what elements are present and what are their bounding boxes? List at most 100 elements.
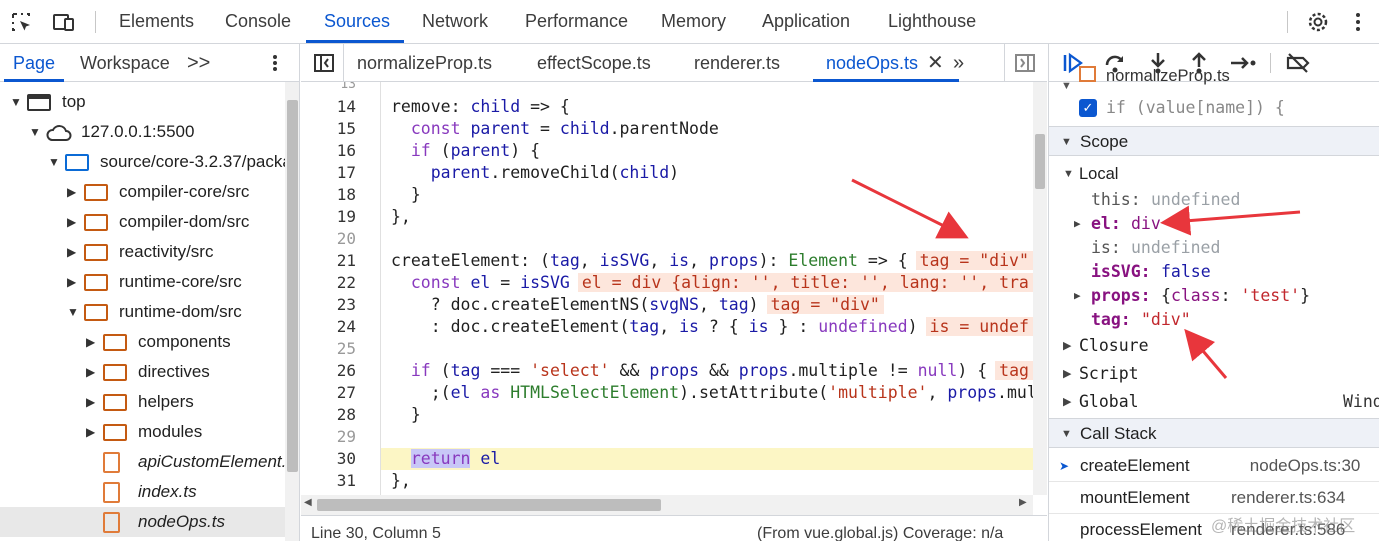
line-number[interactable]: 28 bbox=[301, 404, 356, 426]
scope-group[interactable]: ▶ Closure bbox=[1049, 334, 1379, 358]
tree-item[interactable]: ▼ source/core-3.2.37/packages bbox=[0, 147, 285, 177]
scope-group[interactable]: ▶ Global Wind bbox=[1049, 390, 1379, 414]
navigator-scroll-thumb[interactable] bbox=[287, 100, 298, 472]
tab-memory[interactable]: Memory bbox=[661, 0, 726, 44]
tree-item[interactable]: ▶ helpers bbox=[0, 387, 285, 417]
line-number[interactable]: 30 bbox=[301, 448, 356, 470]
line-number[interactable]: 13 bbox=[301, 82, 356, 96]
toggle-navigator-icon[interactable] bbox=[313, 53, 335, 73]
tab-renderer[interactable]: renderer.ts bbox=[694, 44, 780, 82]
line-number[interactable]: 26 bbox=[301, 360, 356, 382]
collapse-arrow-icon[interactable]: ▼ bbox=[10, 87, 24, 117]
expand-arrow-icon[interactable]: ▶ bbox=[86, 327, 100, 357]
line-number-gutter[interactable]: 13 14 15 16 17 18 19 20 21 22 23 24 25 26 27 28 29 30 31 bbox=[301, 82, 381, 495]
call-frame[interactable]: mountElement renderer.ts:634 bbox=[1049, 482, 1379, 514]
line-number[interactable]: 24 bbox=[301, 316, 356, 338]
tab-nodeops[interactable]: nodeOps.ts bbox=[826, 44, 918, 82]
tree-item[interactable]: ▶ components bbox=[0, 327, 285, 357]
line-number[interactable]: 27 bbox=[301, 382, 356, 404]
tab-elements[interactable]: Elements bbox=[119, 0, 194, 44]
tab-page[interactable]: Page bbox=[13, 44, 55, 82]
breakpoint-checkbox[interactable]: ✓ bbox=[1079, 99, 1097, 117]
line-number[interactable]: 18 bbox=[301, 184, 356, 206]
line-number[interactable]: 25 bbox=[301, 338, 356, 360]
tab-workspace[interactable]: Workspace bbox=[80, 44, 170, 82]
tree-item[interactable]: index.ts bbox=[0, 477, 285, 507]
coverage-status[interactable]: (From vue.global.js) Coverage: n/a bbox=[757, 516, 1003, 541]
device-toolbar-icon[interactable] bbox=[52, 11, 76, 33]
close-tab-icon[interactable]: ✕ bbox=[927, 44, 944, 82]
collapse-arrow-icon[interactable]: ▼ bbox=[29, 117, 43, 147]
expand-arrow-icon[interactable]: ▶ bbox=[1063, 390, 1071, 414]
expand-arrow-icon[interactable]: ▶ bbox=[86, 357, 100, 387]
collapse-arrow-icon[interactable]: ▼ bbox=[67, 297, 81, 327]
tree-item[interactable]: ▶ compiler-core/src bbox=[0, 177, 285, 207]
deactivate-breakpoints-icon[interactable] bbox=[1285, 52, 1311, 74]
line-number[interactable]: 19 bbox=[301, 206, 356, 228]
tree-item[interactable]: nodeOps.ts bbox=[0, 507, 285, 537]
expand-arrow-icon[interactable]: ▶ bbox=[1063, 362, 1071, 386]
tab-console[interactable]: Console bbox=[225, 0, 291, 44]
tab-sources[interactable]: Sources bbox=[324, 0, 390, 44]
scope-group[interactable]: ▶ Script bbox=[1049, 362, 1379, 386]
scroll-left-icon[interactable]: ◀ bbox=[304, 497, 312, 508]
line-number[interactable]: 29 bbox=[301, 426, 356, 448]
tree-item[interactable]: ▶ reactivity/src bbox=[0, 237, 285, 267]
toggle-debugger-icon[interactable] bbox=[1014, 53, 1036, 73]
tab-lighthouse[interactable]: Lighthouse bbox=[888, 0, 976, 44]
horizontal-scroll-thumb[interactable] bbox=[317, 499, 661, 511]
expand-arrow-icon[interactable]: ▼ bbox=[1061, 74, 1072, 98]
scope-section-header[interactable]: ▼ Scope bbox=[1049, 126, 1379, 156]
tab-normalizeprop[interactable]: normalizeProp.ts bbox=[357, 44, 492, 82]
scope-variable[interactable]: is: undefined bbox=[1049, 236, 1379, 260]
more-tabs-icon[interactable]: » bbox=[953, 44, 964, 82]
tree-item[interactable]: ▶ directives bbox=[0, 357, 285, 387]
expand-arrow-icon[interactable]: ▶ bbox=[1074, 284, 1081, 308]
scope-variable[interactable]: tag: "div" bbox=[1049, 308, 1379, 332]
breakpoint-row[interactable]: ✓ if (value[name]) { bbox=[1049, 96, 1379, 120]
more-vert-icon[interactable] bbox=[266, 53, 284, 73]
local-scope-row[interactable]: ▼ Local bbox=[1049, 162, 1379, 186]
expand-arrow-icon[interactable]: ▶ bbox=[86, 387, 100, 417]
collapse-arrow-icon[interactable]: ▼ bbox=[48, 147, 62, 177]
tab-network[interactable]: Network bbox=[422, 0, 488, 44]
tree-item[interactable]: ▼ top bbox=[0, 87, 285, 117]
step-icon[interactable] bbox=[1229, 52, 1257, 74]
expand-arrow-icon[interactable]: ▶ bbox=[67, 267, 81, 297]
tree-item[interactable]: ▶ modules bbox=[0, 417, 285, 447]
line-number[interactable]: 14 bbox=[301, 96, 356, 118]
tree-item[interactable]: ▶ compiler-dom/src bbox=[0, 207, 285, 237]
call-frame[interactable]: ➤ createElement nodeOps.ts:30 bbox=[1049, 450, 1379, 482]
expand-arrow-icon[interactable]: ▶ bbox=[1063, 334, 1071, 358]
line-number[interactable]: 17 bbox=[301, 162, 356, 184]
line-number[interactable]: 16 bbox=[301, 140, 356, 162]
more-vert-icon[interactable] bbox=[1346, 11, 1370, 33]
callstack-section-header[interactable]: ▼ Call Stack bbox=[1049, 418, 1379, 448]
line-number[interactable]: 21 bbox=[301, 250, 356, 272]
line-number[interactable]: 20 bbox=[301, 228, 356, 250]
tree-item[interactable]: ▼ runtime-dom/src bbox=[0, 297, 285, 327]
breakpoint-file-row[interactable]: ▼ normalizeProp.ts bbox=[1049, 66, 1379, 98]
tab-application[interactable]: Application bbox=[762, 0, 850, 44]
scroll-right-icon[interactable]: ▶ bbox=[1019, 497, 1027, 508]
expand-arrow-icon[interactable]: ▶ bbox=[1074, 212, 1081, 236]
expand-arrow-icon[interactable]: ▶ bbox=[67, 207, 81, 237]
scope-variable[interactable]: isSVG: false bbox=[1049, 260, 1379, 284]
line-number[interactable]: 15 bbox=[301, 118, 356, 140]
line-number[interactable]: 22 bbox=[301, 272, 356, 294]
code-scroll-thumb[interactable] bbox=[1035, 134, 1045, 189]
settings-icon[interactable] bbox=[1306, 11, 1330, 33]
scope-variable[interactable]: ▶ el: div bbox=[1049, 212, 1379, 236]
tree-item[interactable]: ▼ 127.0.0.1:5500 bbox=[0, 117, 285, 147]
more-tabs-icon[interactable]: >> bbox=[187, 44, 210, 82]
scope-variable[interactable]: ▶ props: {class: 'test'} bbox=[1049, 284, 1379, 308]
tree-item[interactable]: apiCustomElement.ts bbox=[0, 447, 285, 477]
tab-performance[interactable]: Performance bbox=[525, 0, 628, 44]
inspect-icon[interactable] bbox=[10, 11, 34, 33]
expand-arrow-icon[interactable]: ▶ bbox=[86, 417, 100, 447]
tab-effectscope[interactable]: effectScope.ts bbox=[537, 44, 651, 82]
expand-arrow-icon[interactable]: ▶ bbox=[67, 177, 81, 207]
scope-variable[interactable]: this: undefined bbox=[1049, 188, 1379, 212]
expand-arrow-icon[interactable]: ▶ bbox=[67, 237, 81, 267]
tree-item[interactable]: ▶ runtime-core/src bbox=[0, 267, 285, 297]
